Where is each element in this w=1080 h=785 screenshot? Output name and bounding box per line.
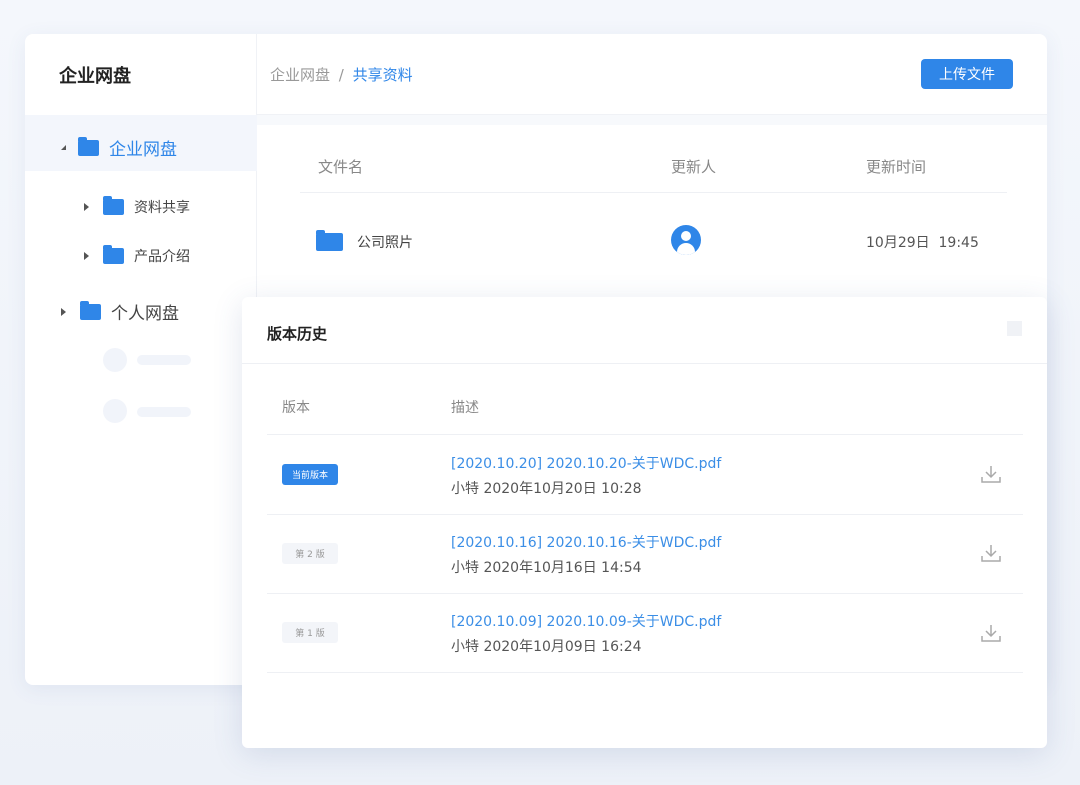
expand-icon[interactable] xyxy=(61,145,66,150)
tree-label: 企业网盘 xyxy=(109,140,177,160)
version-meta: 小特 2020年10月20日 10:28 xyxy=(451,481,642,497)
skeleton-avatar xyxy=(103,348,127,372)
version-meta: 小特 2020年10月16日 14:54 xyxy=(451,560,642,576)
skeleton-avatar xyxy=(103,399,127,423)
sidebar: 企业网盘 企业网盘 资料共享 产品介绍 个人网盘 xyxy=(25,34,257,685)
breadcrumb: 企业网盘 / 共享资料 xyxy=(270,64,413,85)
version-file-link[interactable]: [2020.10.16] 2020.10.16-关于WDC.pdf xyxy=(451,532,721,552)
avatar xyxy=(671,225,701,255)
tree-item-enterprise-drive[interactable]: 企业网盘 xyxy=(61,135,177,160)
folder-icon xyxy=(316,230,343,251)
divider xyxy=(242,363,1047,364)
breadcrumb-root[interactable]: 企业网盘 xyxy=(270,66,330,84)
tree-item-shared-docs[interactable]: 资料共享 xyxy=(84,196,190,217)
version-badge: 第 1 版 xyxy=(282,622,338,643)
version-file-link[interactable]: [2020.10.20] 2020.10.20-关于WDC.pdf xyxy=(451,453,721,473)
column-header-time[interactable]: 更新时间 xyxy=(866,156,926,177)
divider xyxy=(267,514,1023,515)
folder-icon xyxy=(103,196,124,215)
version-history-dialog: 版本历史 版本 描述 当前版本 [2020.10.20] 2020.10.20-… xyxy=(242,297,1047,748)
skeleton-line xyxy=(137,355,191,365)
collapse-icon[interactable] xyxy=(84,203,89,211)
tree-label: 产品介绍 xyxy=(134,249,190,265)
divider xyxy=(257,115,1047,125)
upload-button[interactable]: 上传文件 xyxy=(921,59,1013,89)
tree-item-personal-drive[interactable]: 个人网盘 xyxy=(61,299,179,324)
download-icon[interactable] xyxy=(980,622,1002,644)
tree-item-product-intro[interactable]: 产品介绍 xyxy=(84,245,190,266)
column-header-version: 版本 xyxy=(282,400,310,416)
breadcrumb-current: 共享资料 xyxy=(352,66,413,84)
app-title: 企业网盘 xyxy=(59,66,131,87)
folder-icon xyxy=(103,245,124,264)
header: 企业网盘 / 共享资料 上传文件 xyxy=(257,34,1047,115)
tree-label: 个人网盘 xyxy=(111,304,179,324)
version-meta: 小特 2020年10月09日 16:24 xyxy=(451,639,642,655)
update-time: 10月29日 19:45 xyxy=(866,235,979,251)
column-header-name[interactable]: 文件名 xyxy=(318,156,363,177)
collapse-icon[interactable] xyxy=(84,252,89,260)
version-file-link[interactable]: [2020.10.09] 2020.10.09-关于WDC.pdf xyxy=(451,611,721,631)
download-icon[interactable] xyxy=(980,542,1002,564)
version-badge: 第 2 版 xyxy=(282,543,338,564)
column-header-updater[interactable]: 更新人 xyxy=(671,156,716,177)
divider xyxy=(300,192,1007,193)
folder-icon xyxy=(80,300,101,320)
collapse-icon[interactable] xyxy=(61,307,66,316)
breadcrumb-separator: / xyxy=(338,66,344,84)
version-badge: 当前版本 xyxy=(282,464,338,485)
divider xyxy=(267,434,1023,435)
tree-label: 资料共享 xyxy=(134,200,190,216)
column-header-description: 描述 xyxy=(451,400,479,416)
divider xyxy=(267,672,1023,673)
skeleton-line xyxy=(137,407,191,417)
dialog-title: 版本历史 xyxy=(267,325,328,343)
close-icon[interactable] xyxy=(1007,321,1022,336)
download-icon[interactable] xyxy=(980,463,1002,485)
divider xyxy=(267,593,1023,594)
file-name[interactable]: 公司照片 xyxy=(357,232,413,252)
folder-icon xyxy=(78,136,99,156)
